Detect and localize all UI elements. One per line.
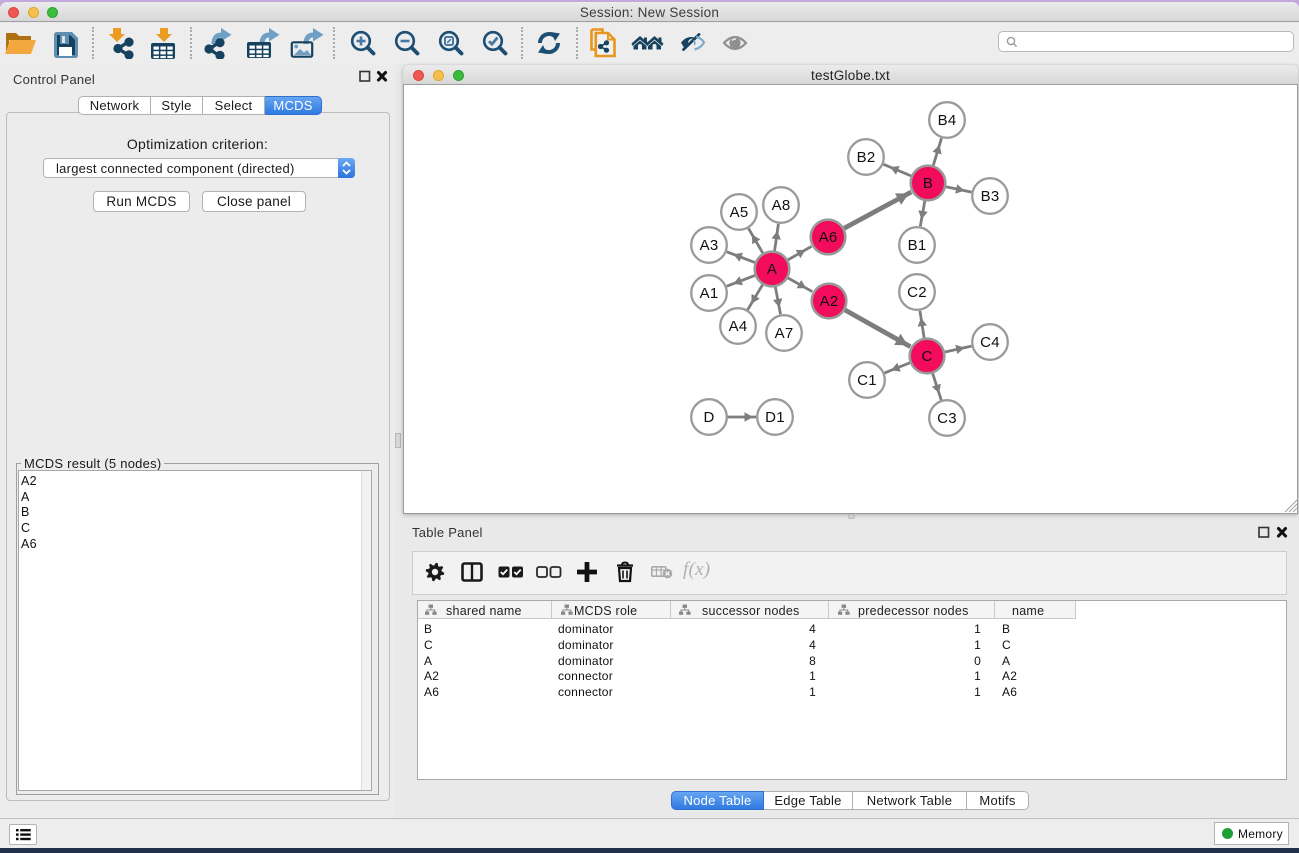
svg-text:B: B bbox=[923, 175, 933, 192]
svg-text:A1: A1 bbox=[700, 285, 719, 302]
svg-text:B3: B3 bbox=[981, 188, 1000, 205]
svg-text:A4: A4 bbox=[729, 318, 748, 335]
svg-text:B1: B1 bbox=[908, 237, 927, 254]
svg-text:D1: D1 bbox=[765, 409, 785, 426]
svg-text:B2: B2 bbox=[857, 149, 876, 166]
svg-text:C4: C4 bbox=[980, 334, 1000, 351]
svg-text:A: A bbox=[767, 261, 777, 278]
svg-text:C3: C3 bbox=[937, 410, 957, 427]
svg-text:A3: A3 bbox=[700, 237, 719, 254]
svg-text:A5: A5 bbox=[730, 204, 749, 221]
svg-text:A2: A2 bbox=[820, 293, 839, 310]
svg-text:C: C bbox=[921, 348, 932, 365]
svg-text:A6: A6 bbox=[819, 229, 838, 246]
svg-text:C2: C2 bbox=[907, 284, 927, 301]
svg-text:A7: A7 bbox=[775, 325, 794, 342]
svg-text:A8: A8 bbox=[772, 197, 791, 214]
svg-text:C1: C1 bbox=[857, 372, 877, 389]
svg-text:B4: B4 bbox=[938, 112, 957, 129]
svg-text:D: D bbox=[703, 409, 714, 426]
